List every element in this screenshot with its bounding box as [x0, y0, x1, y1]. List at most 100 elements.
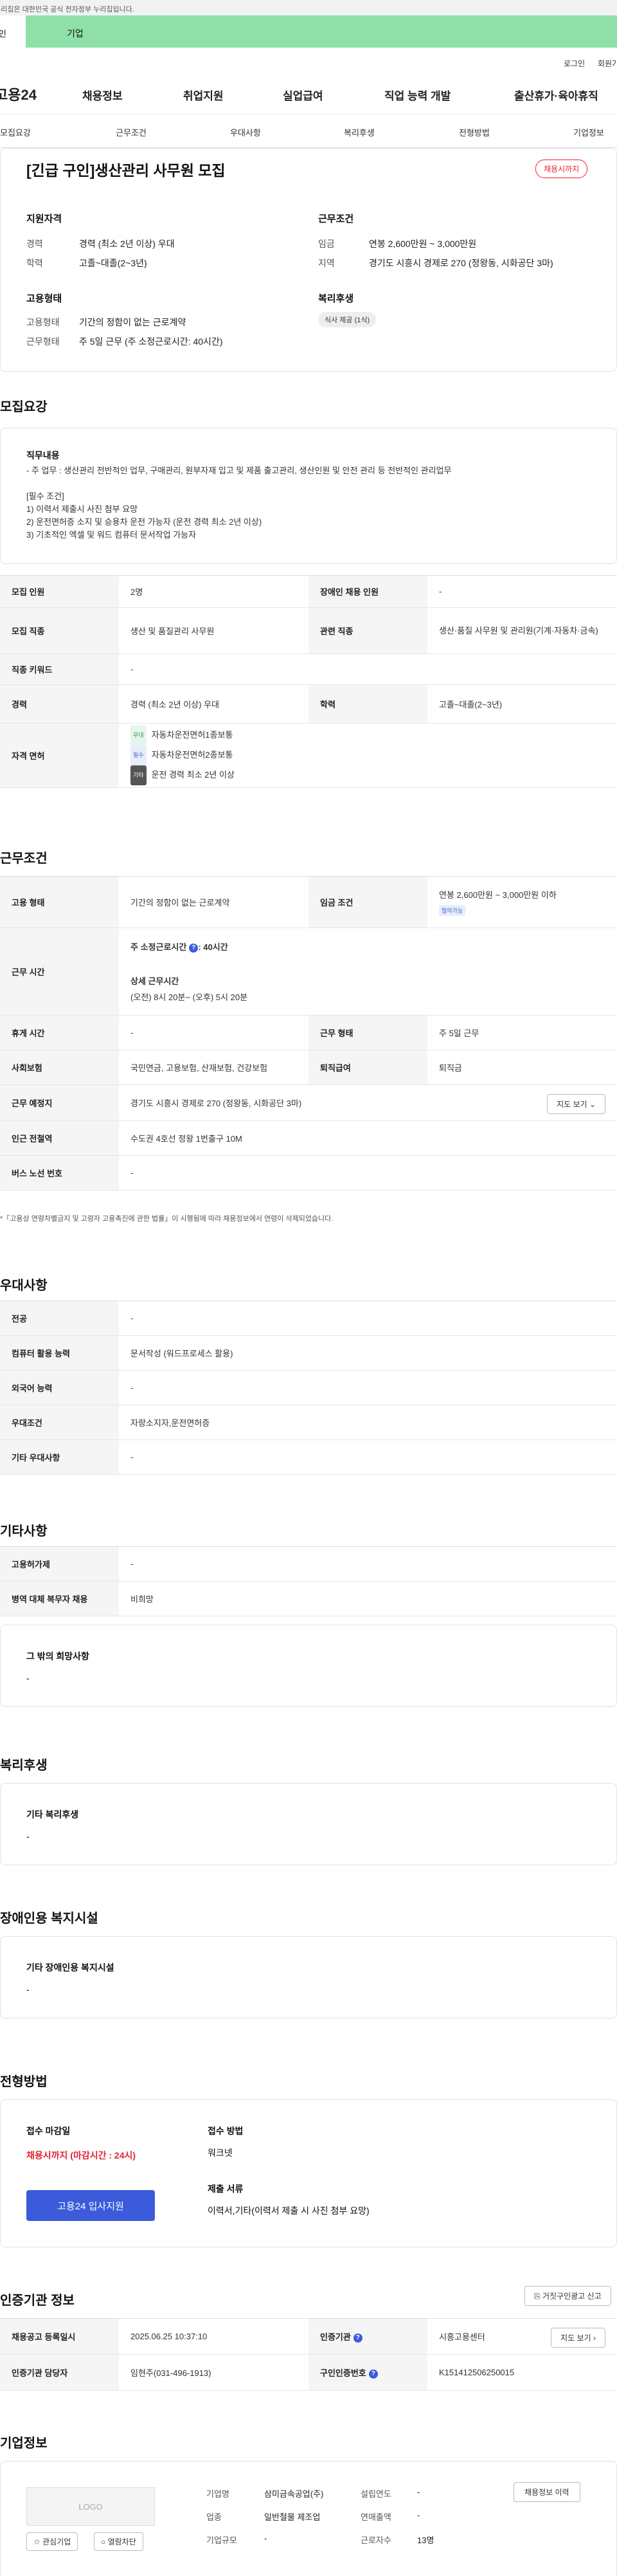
cell-label: 관련 직종 [308, 607, 427, 654]
table-row: 고용허가제 - [0, 1546, 617, 1582]
tab-person[interactable]: 개인 [0, 15, 26, 48]
table-row: 인근 전철역 수도권 4호선 정왕 1번출구 10M [0, 1120, 617, 1156]
table-row: 버스 노선 번호 - [0, 1155, 617, 1191]
login-link[interactable]: 로그인 [564, 58, 585, 69]
cell-value: 수도권 4호선 정왕 1번출구 10M [119, 1120, 617, 1156]
table-row: 채용공고 등록일시 2025.06.25 10:37:10 인증기관? 시흥고용… [0, 2318, 617, 2355]
cell-value: - [119, 1301, 617, 1336]
tab-selection[interactable]: 전형방법 [459, 126, 490, 138]
duty-line: [필수 조건] [26, 491, 64, 501]
company-value: 일반철물 제조업 [264, 2512, 321, 2522]
welfare-section-title: 복리후생 [0, 1758, 48, 1773]
cell-value: - [119, 653, 617, 685]
nav-item-job-training[interactable]: 직업 능력 개발 [384, 87, 451, 103]
cell-value: 생산·품질 사무원 및 관리원(기계·자동차·금속) [427, 607, 617, 654]
cell-value: 주 5일 근무 [427, 1015, 617, 1050]
selection-section-title: 전형방법 [0, 2075, 48, 2089]
agency-label-cell: 인증기관? [308, 2318, 427, 2355]
duty-content: - 주 업무 : 생산관리 전반적인 업무, 구매관리, 원부자재 입고 및 제… [26, 464, 605, 542]
cell-value: - [119, 1370, 617, 1405]
utility-links: 로그인 회원가입 [0, 48, 617, 76]
help-icon[interactable]: ? [353, 2333, 362, 2343]
job-title: [긴급 구인]생산관리 사무원 모집 [26, 162, 226, 179]
cell-label: 고용허가제 [0, 1546, 119, 1582]
company-label: 기업명 [206, 2489, 229, 2499]
company-card: LOGO ☆ 관심기업 ○ 열람차단 기업명 삼미금속공업(주) 업종 일반철물… [0, 2461, 617, 2576]
table-row: 외국어 능력 - [0, 1370, 617, 1405]
site-logo[interactable]: 고용24 [0, 84, 42, 104]
pref-section-title: 우대사항 [0, 1279, 48, 1293]
tab-preferences[interactable]: 우대사항 [230, 126, 261, 138]
company-value: 13명 [417, 2535, 434, 2545]
recruit-section-title: 모집요강 [0, 400, 48, 414]
map-button[interactable]: 지도 보기 ⌄ [547, 1094, 605, 1114]
cell-value: 문서작성 (워드프로세스 활용) [119, 1335, 617, 1371]
recruit-table: 모집 인원 2명 장애인 채용 인원 - 모집 직종 생산 및 품질관리 사무원… [0, 575, 617, 788]
nav-item-parental-leave[interactable]: 출산휴가·육아휴직 [514, 87, 598, 103]
report-button[interactable]: ⎘ 거짓구인광고 신고 [524, 2286, 611, 2306]
table-row: 자격 면허 우대 자동차운전면허1종보통 필수 자동차운전면허2종보통 기타 운전 경… [0, 723, 617, 788]
cell-label: 직종 키워드 [0, 653, 119, 685]
report-icon: ⎘ [534, 2292, 541, 2301]
gov-notice-bar: 이 누리집은 대한민국 공식 전자정부 누리집입니다. [0, 0, 617, 15]
cond-value: 연봉 2,600만원 ~ 3,000만원 [369, 239, 477, 249]
job-history-button[interactable]: 채용정보 이력 [514, 2482, 580, 2502]
signup-link[interactable]: 회원가입 [598, 58, 617, 69]
company-label: 업종 [206, 2512, 222, 2522]
apply-button[interactable]: 고용24 입사지원 [26, 2190, 155, 2221]
block-company-button[interactable]: ○ 열람차단 [94, 2532, 143, 2551]
cell-label: 버스 노선 번호 [0, 1155, 119, 1191]
cell-label: 근무 예정지 [0, 1084, 119, 1121]
disability-section-title: 장애인용 복지시설 [0, 1912, 98, 1926]
company-logo: LOGO [26, 2487, 155, 2526]
cell-value: 퇴직금 [427, 1050, 617, 1085]
cell-value: 기간의 정함이 없는 근로계약 [119, 876, 308, 928]
company-label: 근로자수 [361, 2535, 391, 2545]
cell-label: 경력 [0, 684, 119, 724]
duty-card: 직무내용 - 주 업무 : 생산관리 전반적인 업무, 구매관리, 원부자재 입… [0, 428, 617, 564]
nav-item-unemployment-benefit[interactable]: 실업급여 [283, 87, 323, 103]
agency-table: 채용공고 등록일시 2025.06.25 10:37:10 인증기관? 시흥고용… [0, 2318, 617, 2391]
license-text: 운전 경력 최소 2년 이상 [151, 769, 235, 780]
hours-weekly-label: 주 소정근로시간 [130, 942, 187, 952]
method-label: 접수 방법 [208, 2126, 244, 2136]
cell-label: 외국어 능력 [0, 1370, 119, 1405]
cell-label: 인증기관 담당자 [0, 2354, 119, 2391]
favorite-company-button[interactable]: ☆ 관심기업 [26, 2532, 78, 2551]
hours-detail: (오전) 8시 20분~ (오후) 5시 20분 [130, 992, 248, 1002]
table-row: 경력 경력 (최소 2년 이상) 우대 학력 고졸~대졸(2~3년) [0, 684, 617, 724]
etc-wish-card: 그 밖의 희망사항 - [0, 1625, 617, 1707]
license-text: 자동차운전면허1종보통 [151, 729, 233, 740]
tab-welfare[interactable]: 복리후생 [344, 126, 375, 138]
cell-label: 퇴직급여 [308, 1050, 427, 1085]
table-row: 직종 키워드 - [0, 653, 617, 685]
emp-heading: 고용형태 [26, 293, 62, 304]
tab-company[interactable]: 기업 [67, 27, 84, 40]
cell-label: 휴게 시간 [0, 1015, 119, 1050]
status-badge: 채용시까지 [535, 160, 588, 178]
tab-company[interactable]: 기업정보 [573, 126, 604, 138]
qual-value: 고졸~대졸(2~3년) [79, 258, 147, 268]
qual-value: 경력 (최소 2년 이상) 우대 [79, 239, 175, 249]
selection-card: 접수 마감일 채용시까지 (마감시간 : 24시) 고용24 입사지원 접수 방… [0, 2099, 617, 2247]
tab-recruit[interactable]: 모집요강 [0, 126, 31, 138]
nav-item-employment-support[interactable]: 취업지원 [183, 87, 224, 103]
cell-value: - [119, 1155, 617, 1191]
help-icon[interactable]: ? [368, 2369, 378, 2379]
emp-label: 고용형태 [26, 317, 60, 327]
cell-label: 학력 [308, 684, 427, 724]
block-icon: ○ [101, 2537, 106, 2546]
license-list: 우대 자동차운전면허1종보통 필수 자동차운전면허2종보통 기타 운전 경력 최소 2… [119, 723, 617, 788]
welfare-chip: 식사 제공 (1식) [318, 312, 377, 327]
cell-label: 전공 [0, 1301, 119, 1336]
table-row: 인증기관 담당자 임현주(031-496-1913) 구인인증번호? K1514… [0, 2354, 617, 2391]
nav-item-jobs[interactable]: 채용정보 [82, 87, 123, 103]
deadline-value: 채용시까지 (마감시간 : 24시) [26, 2150, 136, 2160]
cond-value: 경기도 시흥시 경제로 270 (정왕동, 시화공단 3마) [369, 258, 553, 268]
etc-table: 고용허가제 - 병역 대체 복무자 채용 비희망 [0, 1546, 617, 1616]
help-icon[interactable]: ? [189, 943, 199, 953]
license-text: 자동차운전면허2종보통 [151, 749, 233, 760]
work-section-title: 근무조건 [0, 852, 48, 866]
agency-map-button[interactable]: 지도 보기 › [551, 2328, 605, 2348]
tab-work-conditions[interactable]: 근무조건 [116, 126, 147, 138]
